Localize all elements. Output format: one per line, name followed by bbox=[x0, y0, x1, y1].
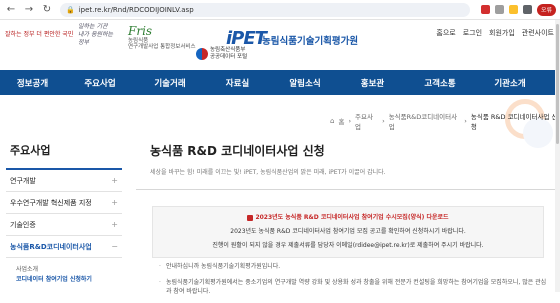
utility-links: 홈으로 로그인 회원가입 관련사이트 bbox=[436, 28, 554, 38]
slogan-banner[interactable]: 일하는 기관 내가 응원하는 정부 bbox=[78, 23, 114, 47]
profile-button[interactable]: 오류 bbox=[536, 3, 556, 16]
divider bbox=[136, 189, 556, 190]
notice-box: 2023년도 농식품 R&D 코디네이터사업 참여기업 수시모집(양식) 다운로… bbox=[152, 206, 544, 258]
chevron-right-icon: › bbox=[348, 117, 352, 125]
minus-icon: − bbox=[111, 242, 118, 251]
page-subtitle: 세상을 바꾸는 힘! 미래를 이끄는 빛! iPET, 농림식품산업의 밝은 미… bbox=[150, 169, 386, 176]
breadcrumb: ⌂ 홈 › 주요사업 › 농식품R&D코디네이터사업 › 농식품 R&D 코디네… bbox=[330, 111, 560, 131]
nav-main-business[interactable]: 주요사업 bbox=[65, 77, 135, 89]
sidebar-item-innovative-product[interactable]: 우수연구개발 혁신제품 지정 + bbox=[6, 192, 122, 214]
browser-toolbar: ← → ↻ 🔒 ipet.re.kr/Rnd/RDCODIJOINLV.asp … bbox=[0, 0, 560, 20]
page-title: 농식품 R&D 코디네이터사업 신청 bbox=[150, 144, 325, 158]
extension-icon[interactable] bbox=[508, 5, 518, 14]
extensions-menu-icon[interactable] bbox=[522, 5, 532, 14]
sidebar-item-coordinator[interactable]: 농식품R&D코디네이터사업 − bbox=[6, 236, 122, 258]
info-list: 안내하십니까 농림식품기술기획평가원입니다. 농림식품기술기획평가원에서는 중소… bbox=[158, 262, 548, 303]
sidebar: 주요사업 연구개발 + 우수연구개발 혁신제품 지정 + 기술인증 + 농식품R… bbox=[6, 138, 122, 284]
lock-icon: 🔒 bbox=[66, 5, 75, 14]
main-navigation: 정보공개 주요사업 기술거래 자료실 알림소식 홍보관 고객소통 기관소개 bbox=[0, 70, 560, 95]
scrollbar-thumb[interactable] bbox=[556, 24, 559, 144]
chevron-right-icon: › bbox=[382, 117, 385, 125]
public-data-portal[interactable]: 농림축산식품부 공공데이터 포털 bbox=[210, 47, 247, 61]
org-name[interactable]: 농림식품기술기획평가원 bbox=[262, 33, 358, 47]
home-icon[interactable]: ⌂ bbox=[330, 117, 334, 125]
sidebar-item-rnd[interactable]: 연구개발 + bbox=[6, 170, 122, 192]
extension-icon[interactable] bbox=[494, 5, 504, 14]
back-icon[interactable]: ← bbox=[4, 3, 18, 17]
government-banner[interactable]: 잘하는 정부 더 편안한 국민 bbox=[3, 26, 73, 40]
government-seal-icon bbox=[196, 48, 208, 60]
login-link[interactable]: 로그인 bbox=[463, 28, 482, 38]
sidebar-subitem-apply[interactable]: 코디네이터 참여기업 신청하기 bbox=[16, 274, 114, 284]
scrollbar[interactable] bbox=[555, 20, 560, 292]
breadcrumb-item[interactable]: 홈 bbox=[338, 116, 344, 126]
notice-line: 2023년도 농식품 R&D 코디네이터사업 참여기업 모집 공고를 확인하여 … bbox=[230, 228, 466, 235]
download-icon bbox=[247, 214, 254, 221]
fris-logo[interactable]: Fris bbox=[128, 24, 152, 38]
ipet-logo[interactable]: iPET bbox=[226, 28, 267, 49]
list-item: 안내하십니까 농림식품기술기획평가원입니다. bbox=[158, 262, 548, 271]
site-header: 잘하는 정부 더 편안한 국민 일하는 기관 내가 응원하는 정부 Fris 농… bbox=[0, 20, 560, 70]
nav-info-disclosure[interactable]: 정보공개 bbox=[0, 77, 65, 89]
address-url: ipet.re.kr/Rnd/RDCODIJOINLV.asp bbox=[78, 5, 194, 14]
nav-library[interactable]: 자료실 bbox=[205, 77, 270, 89]
nav-about[interactable]: 기관소개 bbox=[475, 77, 545, 89]
main-content: 농식품 R&D 코디네이터사업 신청 세상을 바꾸는 힘! 미래를 이끄는 빛!… bbox=[136, 138, 556, 295]
nav-customer[interactable]: 고객소통 bbox=[405, 77, 475, 89]
fris-subtitle: 농림식품 연구개발사업 통합정보서비스 bbox=[128, 38, 196, 50]
nav-tech-trade[interactable]: 기술거래 bbox=[135, 77, 205, 89]
reload-icon[interactable]: ↻ bbox=[40, 3, 54, 17]
chevron-right-icon: › bbox=[464, 117, 467, 125]
home-link[interactable]: 홈으로 bbox=[436, 28, 455, 38]
related-sites-link[interactable]: 관련사이트 bbox=[522, 28, 554, 38]
sidebar-title: 주요사업 bbox=[6, 138, 122, 170]
plus-icon: + bbox=[111, 220, 118, 229]
forward-icon[interactable]: → bbox=[22, 3, 36, 17]
breadcrumb-current: 농식품 R&D 코디네이터사업 신청 bbox=[470, 113, 558, 131]
plus-icon: + bbox=[111, 176, 118, 185]
sidebar-submenu: 사업소개 코디네이터 참여기업 신청하기 bbox=[6, 258, 122, 284]
sidebar-subitem-intro[interactable]: 사업소개 bbox=[16, 264, 114, 274]
nav-pr[interactable]: 홍보관 bbox=[340, 77, 405, 89]
extension-icon[interactable] bbox=[480, 5, 490, 14]
sidebar-item-tech-certification[interactable]: 기술인증 + bbox=[6, 214, 122, 236]
notice-line: 진행이 원활이 되지 않을 경우 제출서류를 담당자 이메일(rdidee@ip… bbox=[212, 242, 484, 249]
address-bar[interactable]: 🔒 ipet.re.kr/Rnd/RDCODIJOINLV.asp bbox=[60, 2, 470, 17]
breadcrumb-item[interactable]: 주요사업 bbox=[355, 111, 378, 131]
notice-download-link[interactable]: 2023년도 농식품 R&D 코디네이터사업 참여기업 수시모집(양식) 다운로… bbox=[153, 212, 543, 221]
breadcrumb-item[interactable]: 농식품R&D코디네이터사업 bbox=[389, 111, 461, 131]
nav-news[interactable]: 알림소식 bbox=[270, 77, 340, 89]
plus-icon: + bbox=[111, 198, 118, 207]
list-item: 농림식품기술기획평가원에서는 중소기업의 연구개발 역량 강화 및 상용화 성과… bbox=[158, 278, 548, 296]
signup-link[interactable]: 회원가입 bbox=[489, 28, 515, 38]
